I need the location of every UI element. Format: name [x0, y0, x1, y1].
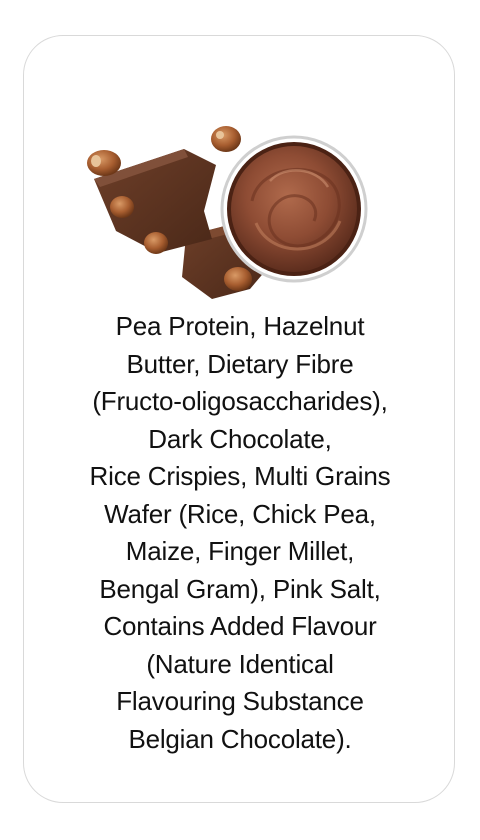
ingredients-line: Dark Chocolate,	[148, 423, 332, 454]
ingredients-line: Bengal Gram), Pink Salt,	[99, 573, 381, 604]
ingredients-line: Flavouring Substance	[116, 686, 364, 716]
ingredients-line: Belgian Chocolate).	[128, 723, 352, 754]
ingredients-line: Wafer (Rice, Chick Pea,	[104, 498, 376, 529]
spread-bowl	[220, 135, 368, 283]
ingredients-line: Maize, Finger Millet,	[125, 536, 355, 566]
ingredients-line: Contains Added Flavour	[103, 611, 377, 641]
hazelnut-embedded-2	[144, 232, 168, 254]
ingredients-line: (Fructo-oligosaccharides),	[92, 386, 388, 416]
chocolate-hazelnut-spread-image	[87, 126, 368, 299]
hazelnut-embedded-3	[224, 267, 252, 291]
ingredients-text: Pea Protein, Hazelnut Butter, Dietary Fi…	[24, 308, 456, 758]
hazelnut-embedded-1	[110, 196, 134, 218]
hazelnut-loose-2	[211, 126, 241, 152]
ingredients-line: Pea Protein, Hazelnut	[115, 311, 365, 341]
ingredients-line: (Nature Identical	[146, 648, 334, 679]
ingredients-line: Butter, Dietary Fibre	[126, 348, 354, 379]
ingredients-card: Pea Protein, Hazelnut Butter, Dietary Fi…	[23, 35, 455, 803]
hazelnut-loose-1	[87, 150, 121, 176]
ingredients-line: Rice Crispies, Multi Grains	[89, 461, 391, 491]
